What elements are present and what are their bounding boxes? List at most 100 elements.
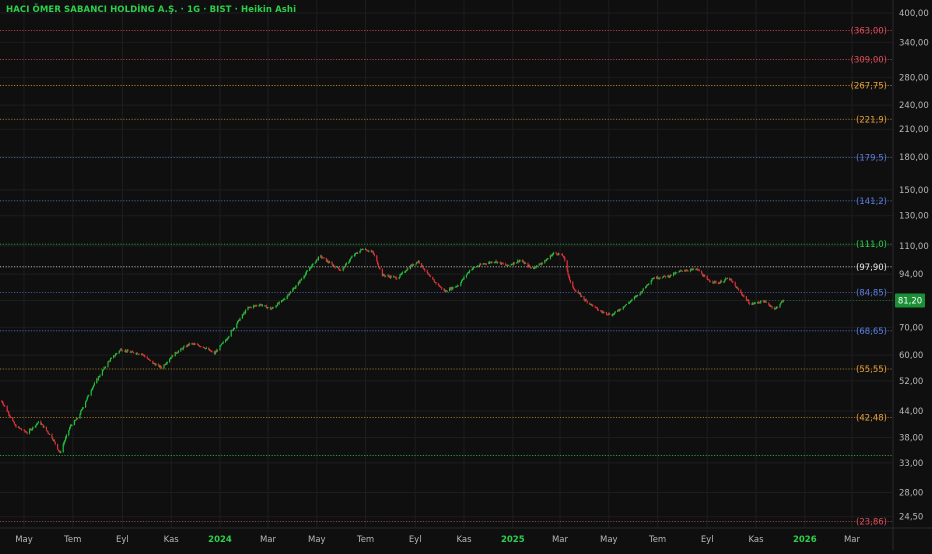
candle-body bbox=[143, 354, 145, 356]
candle-body bbox=[62, 444, 64, 452]
candle-body bbox=[551, 254, 553, 257]
candle-body bbox=[407, 268, 409, 270]
candle-body bbox=[26, 432, 28, 434]
candle-body bbox=[7, 411, 9, 413]
candle-body bbox=[630, 300, 632, 302]
candle-body bbox=[20, 428, 22, 430]
candle-body bbox=[428, 274, 430, 276]
candle-body bbox=[577, 291, 579, 294]
candle-body bbox=[472, 268, 474, 269]
candle-body bbox=[529, 265, 531, 267]
candle-body bbox=[768, 302, 770, 305]
candle-body bbox=[701, 273, 703, 276]
candle-body bbox=[86, 397, 88, 400]
candle-body bbox=[639, 293, 641, 295]
candle-body bbox=[563, 256, 565, 258]
x-tick-label: May bbox=[15, 535, 33, 545]
x-tick-label: Mar bbox=[552, 535, 569, 545]
level-label: (221,9) bbox=[856, 115, 887, 125]
candle-body bbox=[349, 258, 351, 261]
candle-body bbox=[107, 361, 109, 367]
candle-body bbox=[377, 261, 379, 265]
candle-body bbox=[309, 268, 311, 271]
y-tick-label: 44,00 bbox=[899, 407, 923, 417]
candle-body bbox=[227, 337, 229, 339]
candle-body bbox=[388, 275, 390, 277]
candle-body bbox=[301, 278, 303, 280]
candle-body bbox=[230, 330, 232, 337]
candle-body bbox=[395, 277, 397, 279]
candle-body bbox=[292, 289, 294, 292]
candle-body bbox=[368, 250, 370, 252]
x-tick-label: 2024 bbox=[208, 535, 232, 545]
candle-body bbox=[400, 274, 402, 276]
candle-body bbox=[525, 263, 527, 264]
candle-body bbox=[471, 268, 473, 271]
candle-body bbox=[418, 260, 420, 264]
candle-body bbox=[446, 291, 448, 292]
candle-body bbox=[497, 261, 499, 263]
level-label: (55,55) bbox=[856, 365, 887, 375]
candle-body bbox=[633, 297, 635, 300]
candle-body bbox=[81, 408, 83, 410]
candle-body bbox=[653, 278, 655, 279]
candle-body bbox=[566, 260, 568, 271]
candle-body bbox=[305, 273, 307, 276]
y-tick-label: 28,00 bbox=[899, 489, 923, 499]
x-tick-label: Mar bbox=[844, 535, 861, 545]
candle-body bbox=[372, 251, 374, 253]
candle-body bbox=[197, 344, 199, 346]
chart-svg[interactable]: (363,00) (309,00) (267,75) (221,9) (179,5) (1… bbox=[0, 0, 932, 550]
candle-body bbox=[149, 359, 151, 361]
candle-body bbox=[597, 307, 599, 310]
candle-body bbox=[222, 341, 224, 344]
candle-body bbox=[327, 260, 329, 263]
candle-body bbox=[110, 357, 112, 360]
candle-body bbox=[650, 280, 652, 284]
candle-body bbox=[85, 401, 87, 408]
candle-body bbox=[64, 440, 66, 443]
candle-body bbox=[165, 363, 167, 365]
candle-body bbox=[724, 279, 726, 282]
candle-body bbox=[225, 339, 227, 341]
x-tick-label: Eyl bbox=[409, 535, 422, 545]
chart-title: HACI ÖMER SABANCI HOLDİNG A.Ş. · 1G · BI… bbox=[6, 5, 297, 15]
candle-body bbox=[748, 300, 750, 304]
candle-body bbox=[350, 257, 352, 259]
candle-body bbox=[547, 258, 549, 260]
candle-body bbox=[58, 450, 60, 452]
candle-body bbox=[12, 417, 14, 421]
candle-body bbox=[697, 268, 699, 270]
candle-body bbox=[166, 361, 168, 364]
candle-body bbox=[689, 269, 691, 271]
y-tick-label: 280,00 bbox=[899, 73, 929, 83]
candle-body bbox=[233, 327, 235, 329]
candle-body bbox=[701, 271, 703, 274]
candle-body bbox=[568, 274, 570, 277]
level-label: (97,90) bbox=[856, 263, 887, 273]
candle-body bbox=[625, 304, 627, 306]
candle-body bbox=[429, 275, 431, 277]
level-label: (309,00) bbox=[851, 56, 887, 66]
candle-body bbox=[390, 276, 392, 278]
candle-body bbox=[209, 349, 211, 352]
candle-body bbox=[600, 310, 602, 312]
candle-body bbox=[81, 409, 83, 411]
candle-body bbox=[463, 276, 465, 279]
candle-body bbox=[46, 430, 48, 432]
candle-body bbox=[623, 306, 625, 308]
candle-body bbox=[211, 351, 213, 353]
candle-body bbox=[613, 312, 615, 315]
candle-body bbox=[226, 338, 228, 340]
candle-body bbox=[172, 355, 174, 357]
candle-body bbox=[338, 268, 340, 270]
candle-body bbox=[91, 389, 93, 391]
candle-body bbox=[561, 254, 563, 256]
candle-body bbox=[36, 423, 38, 425]
candle-body bbox=[310, 267, 312, 269]
y-tick-label: 130,00 bbox=[899, 212, 929, 222]
x-tick-label: May bbox=[308, 535, 326, 545]
candle-body bbox=[165, 363, 167, 365]
candle-body bbox=[564, 257, 566, 261]
candle-body bbox=[491, 261, 493, 263]
